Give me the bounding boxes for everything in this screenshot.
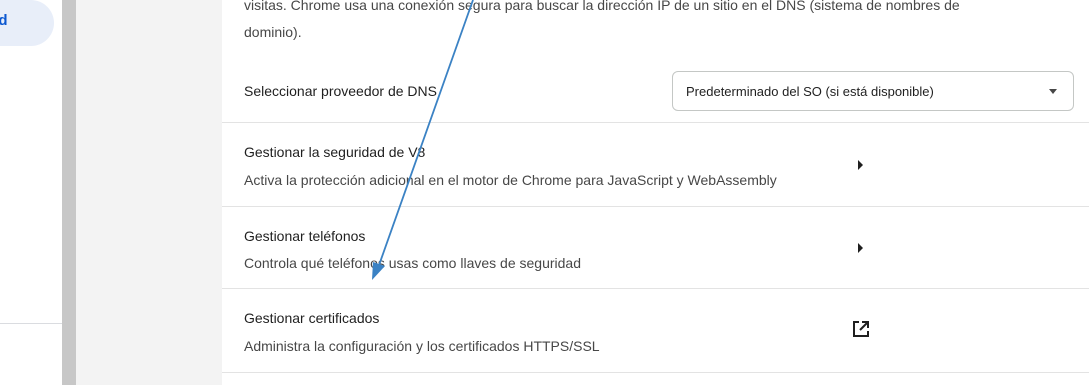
dns-description: visitas. Chrome usa una conexión segura …	[244, 0, 960, 40]
security-settings-card: visitas. Chrome usa una conexión segura …	[222, 0, 1089, 385]
open-in-new-icon[interactable]	[852, 320, 870, 338]
next-row-divider	[222, 372, 1089, 385]
manage-phones-row[interactable]: Gestionar teléfonos Controla qué teléfon…	[222, 206, 1089, 288]
sidebar-item-label: ad	[0, 12, 8, 29]
manage-certificates-title: Gestionar certificados	[244, 310, 380, 326]
manage-phones-title: Gestionar teléfonos	[244, 228, 366, 244]
dns-provider-label: Seleccionar proveedor de DNS	[244, 83, 437, 99]
manage-certificates-row[interactable]: Gestionar certificados Administra la con…	[222, 288, 1089, 372]
sidebar-scrollbar[interactable]	[62, 0, 76, 385]
dns-provider-selected-value: Predeterminado del SO (si está disponibl…	[686, 84, 934, 99]
v8-security-row[interactable]: Gestionar la seguridad de V8 Activa la p…	[222, 122, 1089, 206]
chevron-right-icon	[858, 243, 863, 253]
sidebar-item-privacy-security[interactable]: ad	[0, 0, 54, 46]
dns-provider-select[interactable]: Predeterminado del SO (si está disponibl…	[672, 71, 1074, 111]
sidebar: ad	[0, 0, 62, 385]
settings-window: ad visitas. Chrome usa una conexión segu…	[0, 0, 1089, 385]
sidebar-divider	[0, 323, 62, 324]
chevron-right-icon	[858, 160, 863, 170]
chevron-down-icon	[1049, 89, 1057, 94]
manage-phones-subtitle: Controla qué teléfonos usas como llaves …	[244, 255, 581, 271]
v8-security-title: Gestionar la seguridad de V8	[244, 144, 426, 160]
v8-security-subtitle: Activa la protección adicional en el mot…	[244, 172, 777, 188]
manage-certificates-subtitle: Administra la configuración y los certif…	[244, 338, 600, 354]
